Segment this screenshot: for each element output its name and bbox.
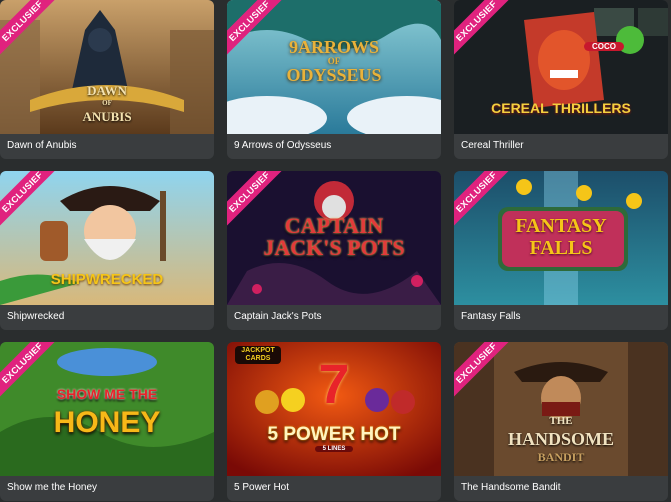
game-title[interactable]: Cereal Thriller	[461, 140, 662, 151]
game-card[interactable]: 9ARROWS OF ODYSSEUS EXCLUSIEF 9 Arrows o…	[227, 0, 441, 159]
game-logo: 9ARROWS OF ODYSSEUS	[286, 37, 382, 85]
game-card[interactable]: JACKPOT CARDS 7 5 POWER HOT 5 LINES 5 Po…	[227, 342, 441, 501]
game-thumbnail[interactable]: FANTASY FALLS EXCLUSIEF	[454, 171, 668, 305]
game-title[interactable]: Captain Jack's Pots	[234, 311, 435, 322]
seven-symbol: 7	[318, 352, 350, 415]
game-thumbnail[interactable]: 9ARROWS OF ODYSSEUS EXCLUSIEF	[227, 0, 441, 134]
game-thumbnail[interactable]: CEREAL THRILLERS COCO EXCLUSIEF	[454, 0, 668, 134]
game-logo: SHOW ME THE	[56, 386, 158, 402]
game-title[interactable]: Shipwrecked	[7, 311, 208, 322]
cereal-box-label: COCO	[584, 42, 624, 51]
game-title[interactable]: 5 Power Hot	[234, 482, 435, 493]
game-logo: 5 POWER HOT	[267, 424, 401, 445]
game-grid: DAWN OF ANUBIS EXCLUSIEF Dawn of Anubis	[0, 0, 671, 502]
lines-label: 5 LINES	[315, 446, 353, 452]
game-logo: CEREAL THRILLERS	[491, 100, 631, 116]
game-title[interactable]: Dawn of Anubis	[7, 140, 208, 151]
game-title[interactable]: 9 Arrows of Odysseus	[234, 140, 435, 151]
game-card[interactable]: SHIPWRECKED EXCLUSIEF Shipwrecked	[0, 171, 214, 330]
game-card[interactable]: SHOW ME THE HONEY EXCLUSIEF Show me the …	[0, 342, 214, 501]
game-thumbnail[interactable]: SHIPWRECKED EXCLUSIEF	[0, 171, 214, 305]
game-thumbnail[interactable]: DAWN OF ANUBIS EXCLUSIEF	[0, 0, 214, 134]
game-card[interactable]: DAWN OF ANUBIS EXCLUSIEF Dawn of Anubis	[0, 0, 214, 159]
game-thumbnail[interactable]: JACKPOT CARDS 7 5 POWER HOT 5 LINES	[227, 342, 441, 476]
game-title[interactable]: The Handsome Bandit	[461, 482, 662, 493]
game-logo: THE HANDSOME BANDIT	[507, 415, 614, 464]
game-thumbnail[interactable]: CAPTAIN JACK'S POTS EXCLUSIEF	[227, 171, 441, 305]
game-card[interactable]: CAPTAIN JACK'S POTS EXCLUSIEF Captain Ja…	[227, 171, 441, 330]
game-thumbnail[interactable]: THE HANDSOME BANDIT EXCLUSIEF	[454, 342, 668, 476]
game-title[interactable]: Show me the Honey	[7, 482, 208, 493]
game-card[interactable]: THE HANDSOME BANDIT EXCLUSIEF The Handso…	[454, 342, 668, 501]
game-thumbnail[interactable]: SHOW ME THE HONEY EXCLUSIEF	[0, 342, 214, 476]
game-logo: CAPTAIN JACK'S POTS	[263, 213, 405, 260]
game-logo: SHIPWRECKED	[50, 271, 164, 288]
game-logo-honey: HONEY	[53, 406, 161, 439]
game-card[interactable]: CEREAL THRILLERS COCO EXCLUSIEF Cereal T…	[454, 0, 668, 159]
game-logo: DAWN OF ANUBIS	[82, 83, 132, 124]
game-title[interactable]: Fantasy Falls	[461, 311, 662, 322]
game-logo: FANTASY FALLS	[515, 215, 607, 259]
game-card[interactable]: FANTASY FALLS EXCLUSIEF Fantasy Falls	[454, 171, 668, 330]
